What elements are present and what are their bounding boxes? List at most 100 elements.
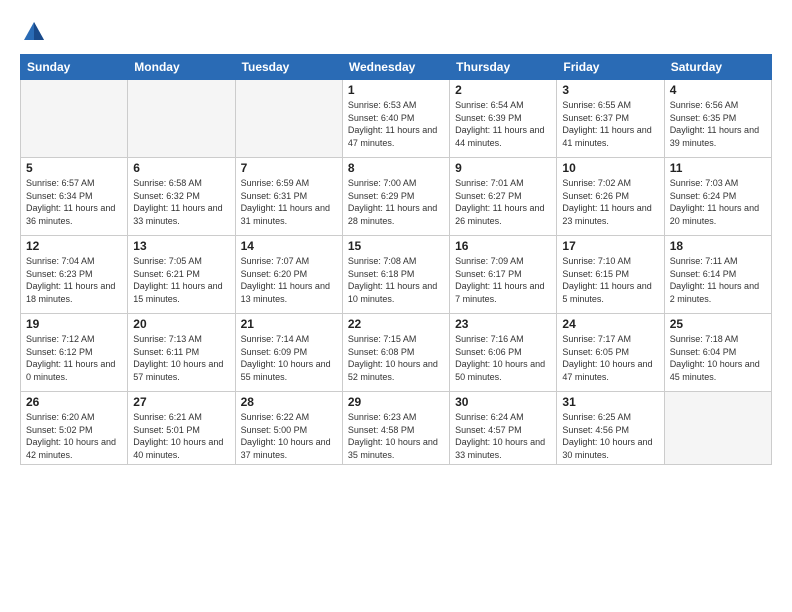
calendar-cell: 24Sunrise: 7:17 AM Sunset: 6:05 PM Dayli… (557, 314, 664, 392)
calendar-cell: 10 Sunrise: 7:02 AM Sunset: 6:26 PM Dayli… (557, 158, 664, 236)
calendar-cell: 20 Sunrise: 7:13 AM Sunset: 6:11 PM Dayli… (128, 314, 235, 392)
day-info: Sunrise: 7:00 AM Sunset: 6:29 PM Dayligh… (348, 177, 444, 227)
calendar-cell: 14Sunrise: 7:07 AM Sunset: 6:20 PM Dayli… (235, 236, 342, 314)
day-info: Sunrise: 7:17 AM Sunset: 6:05 PM Dayligh… (562, 333, 658, 383)
day-info: Sunrise: 7:18 AM Sunset: 6:04 PM Dayligh… (670, 333, 766, 383)
day-info: Sunrise: 7:01 AM Sunset: 6:27 PM Dayligh… (455, 177, 551, 227)
weekday-header-tuesday: Tuesday (235, 55, 342, 80)
calendar-cell: 4 Sunrise: 6:56 AM Sunset: 6:35 PM Daylig… (664, 80, 771, 158)
calendar-cell: 1 Sunrise: 6:53 AM Sunset: 6:40 PM Daylig… (342, 80, 449, 158)
calendar-cell (128, 80, 235, 158)
day-info: Sunrise: 6:21 AM Sunset: 5:01 PM Dayligh… (133, 411, 229, 461)
weekday-header-wednesday: Wednesday (342, 55, 449, 80)
calendar-cell: 17Sunrise: 7:10 AM Sunset: 6:15 PM Dayli… (557, 236, 664, 314)
day-number: 11 (670, 161, 766, 175)
day-info: Sunrise: 7:04 AM Sunset: 6:23 PM Dayligh… (26, 255, 122, 305)
week-row-3: 19 Sunrise: 7:12 AM Sunset: 6:12 PM Dayli… (21, 314, 772, 392)
day-info: Sunrise: 7:03 AM Sunset: 6:24 PM Dayligh… (670, 177, 766, 227)
calendar-cell: 2 Sunrise: 6:54 AM Sunset: 6:39 PM Daylig… (450, 80, 557, 158)
day-number: 8 (348, 161, 444, 175)
calendar-cell (664, 392, 771, 465)
day-number: 17 (562, 239, 658, 253)
day-info: Sunrise: 7:09 AM Sunset: 6:17 PM Dayligh… (455, 255, 551, 305)
calendar-cell: 19 Sunrise: 7:12 AM Sunset: 6:12 PM Dayli… (21, 314, 128, 392)
calendar-cell (21, 80, 128, 158)
day-number: 9 (455, 161, 551, 175)
calendar-cell: 15Sunrise: 7:08 AM Sunset: 6:18 PM Dayli… (342, 236, 449, 314)
day-info: Sunrise: 6:54 AM Sunset: 6:39 PM Dayligh… (455, 99, 551, 149)
calendar-cell: 30 Sunrise: 6:24 AM Sunset: 4:57 PM Dayli… (450, 392, 557, 465)
day-info: Sunrise: 6:20 AM Sunset: 5:02 PM Dayligh… (26, 411, 122, 461)
day-number: 28 (241, 395, 337, 409)
calendar-cell: 8 Sunrise: 7:00 AM Sunset: 6:29 PM Daylig… (342, 158, 449, 236)
day-info: Sunrise: 6:58 AM Sunset: 6:32 PM Dayligh… (133, 177, 229, 227)
week-row-1: 5 Sunrise: 6:57 AM Sunset: 6:34 PM Daylig… (21, 158, 772, 236)
day-number: 21 (241, 317, 337, 331)
calendar-cell: 6 Sunrise: 6:58 AM Sunset: 6:32 PM Daylig… (128, 158, 235, 236)
day-number: 13 (133, 239, 229, 253)
day-info: Sunrise: 7:16 AM Sunset: 6:06 PM Dayligh… (455, 333, 551, 383)
calendar-cell: 28 Sunrise: 6:22 AM Sunset: 5:00 PM Dayli… (235, 392, 342, 465)
day-info: Sunrise: 6:24 AM Sunset: 4:57 PM Dayligh… (455, 411, 551, 461)
calendar-cell: 31 Sunrise: 6:25 AM Sunset: 4:56 PM Dayli… (557, 392, 664, 465)
day-number: 5 (26, 161, 122, 175)
day-number: 25 (670, 317, 766, 331)
day-number: 18 (670, 239, 766, 253)
day-info: Sunrise: 7:14 AM Sunset: 6:09 PM Dayligh… (241, 333, 337, 383)
day-number: 3 (562, 83, 658, 97)
day-number: 31 (562, 395, 658, 409)
week-row-0: 1 Sunrise: 6:53 AM Sunset: 6:40 PM Daylig… (21, 80, 772, 158)
day-number: 30 (455, 395, 551, 409)
calendar-cell: 11 Sunrise: 7:03 AM Sunset: 6:24 PM Dayli… (664, 158, 771, 236)
day-number: 19 (26, 317, 122, 331)
day-info: Sunrise: 6:56 AM Sunset: 6:35 PM Dayligh… (670, 99, 766, 149)
calendar-cell: 9 Sunrise: 7:01 AM Sunset: 6:27 PM Daylig… (450, 158, 557, 236)
day-number: 1 (348, 83, 444, 97)
day-info: Sunrise: 6:23 AM Sunset: 4:58 PM Dayligh… (348, 411, 444, 461)
calendar-cell (235, 80, 342, 158)
day-info: Sunrise: 7:11 AM Sunset: 6:14 PM Dayligh… (670, 255, 766, 305)
header (20, 18, 772, 46)
calendar-cell: 25 Sunrise: 7:18 AM Sunset: 6:04 PM Dayli… (664, 314, 771, 392)
calendar-cell: 23 Sunrise: 7:16 AM Sunset: 6:06 PM Dayli… (450, 314, 557, 392)
day-info: Sunrise: 7:15 AM Sunset: 6:08 PM Dayligh… (348, 333, 444, 383)
day-info: Sunrise: 7:12 AM Sunset: 6:12 PM Dayligh… (26, 333, 122, 383)
weekday-header-sunday: Sunday (21, 55, 128, 80)
day-info: Sunrise: 6:57 AM Sunset: 6:34 PM Dayligh… (26, 177, 122, 227)
day-number: 29 (348, 395, 444, 409)
day-info: Sunrise: 6:22 AM Sunset: 5:00 PM Dayligh… (241, 411, 337, 461)
day-info: Sunrise: 7:07 AM Sunset: 6:20 PM Dayligh… (241, 255, 337, 305)
calendar-cell: 26 Sunrise: 6:20 AM Sunset: 5:02 PM Dayli… (21, 392, 128, 465)
day-number: 10 (562, 161, 658, 175)
day-number: 7 (241, 161, 337, 175)
day-number: 22 (348, 317, 444, 331)
weekday-header-thursday: Thursday (450, 55, 557, 80)
day-number: 26 (26, 395, 122, 409)
day-number: 27 (133, 395, 229, 409)
page: SundayMondayTuesdayWednesdayThursdayFrid… (0, 0, 792, 612)
weekday-header-friday: Friday (557, 55, 664, 80)
day-number: 20 (133, 317, 229, 331)
day-info: Sunrise: 6:55 AM Sunset: 6:37 PM Dayligh… (562, 99, 658, 149)
day-number: 4 (670, 83, 766, 97)
day-info: Sunrise: 7:13 AM Sunset: 6:11 PM Dayligh… (133, 333, 229, 383)
calendar-cell: 16 Sunrise: 7:09 AM Sunset: 6:17 PM Dayli… (450, 236, 557, 314)
day-info: Sunrise: 6:25 AM Sunset: 4:56 PM Dayligh… (562, 411, 658, 461)
day-number: 12 (26, 239, 122, 253)
day-info: Sunrise: 6:53 AM Sunset: 6:40 PM Dayligh… (348, 99, 444, 149)
day-number: 6 (133, 161, 229, 175)
calendar-cell: 7Sunrise: 6:59 AM Sunset: 6:31 PM Daylig… (235, 158, 342, 236)
calendar-cell: 13 Sunrise: 7:05 AM Sunset: 6:21 PM Dayli… (128, 236, 235, 314)
day-info: Sunrise: 7:05 AM Sunset: 6:21 PM Dayligh… (133, 255, 229, 305)
week-row-2: 12 Sunrise: 7:04 AM Sunset: 6:23 PM Dayli… (21, 236, 772, 314)
calendar-cell: 27 Sunrise: 6:21 AM Sunset: 5:01 PM Dayli… (128, 392, 235, 465)
weekday-header-monday: Monday (128, 55, 235, 80)
day-info: Sunrise: 7:02 AM Sunset: 6:26 PM Dayligh… (562, 177, 658, 227)
day-number: 16 (455, 239, 551, 253)
day-number: 23 (455, 317, 551, 331)
logo (20, 18, 52, 46)
calendar-cell: 29 Sunrise: 6:23 AM Sunset: 4:58 PM Dayli… (342, 392, 449, 465)
weekday-header-row: SundayMondayTuesdayWednesdayThursdayFrid… (21, 55, 772, 80)
day-number: 2 (455, 83, 551, 97)
calendar-cell: 3 Sunrise: 6:55 AM Sunset: 6:37 PM Daylig… (557, 80, 664, 158)
